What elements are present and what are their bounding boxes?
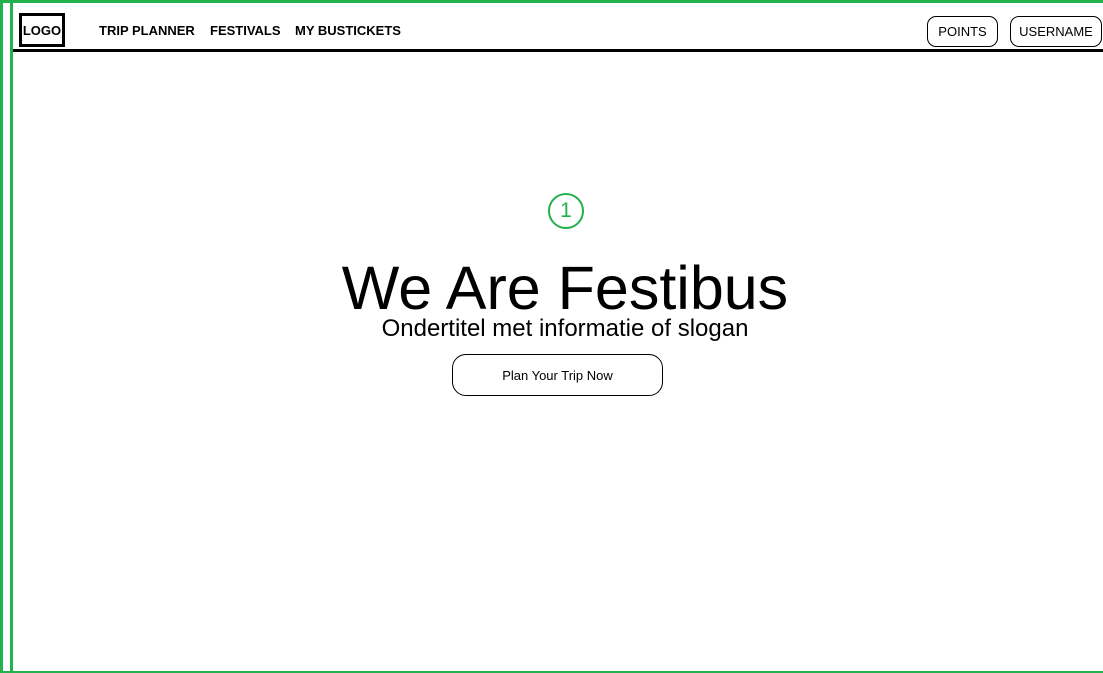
points-button[interactable]: POINTS	[927, 16, 998, 47]
plan-trip-button[interactable]: Plan Your Trip Now	[452, 354, 663, 396]
nav-link-trip-planner[interactable]: TRIP PLANNER	[99, 23, 195, 38]
logo[interactable]: LOGO	[19, 13, 65, 47]
page-frame-line	[10, 0, 13, 673]
username-button[interactable]: USERNAME	[1010, 16, 1102, 47]
nav-link-festivals[interactable]: FESTIVALS	[210, 23, 281, 38]
hero-subtitle: Ondertitel met informatie of slogan	[381, 315, 749, 342]
nav-link-my-bustickets[interactable]: MY BUSTICKETS	[295, 23, 401, 38]
annotation-number-badge: 1	[548, 193, 584, 229]
top-navbar: LOGO TRIP PLANNER FESTIVALS MY BUSTICKET…	[13, 8, 1103, 52]
